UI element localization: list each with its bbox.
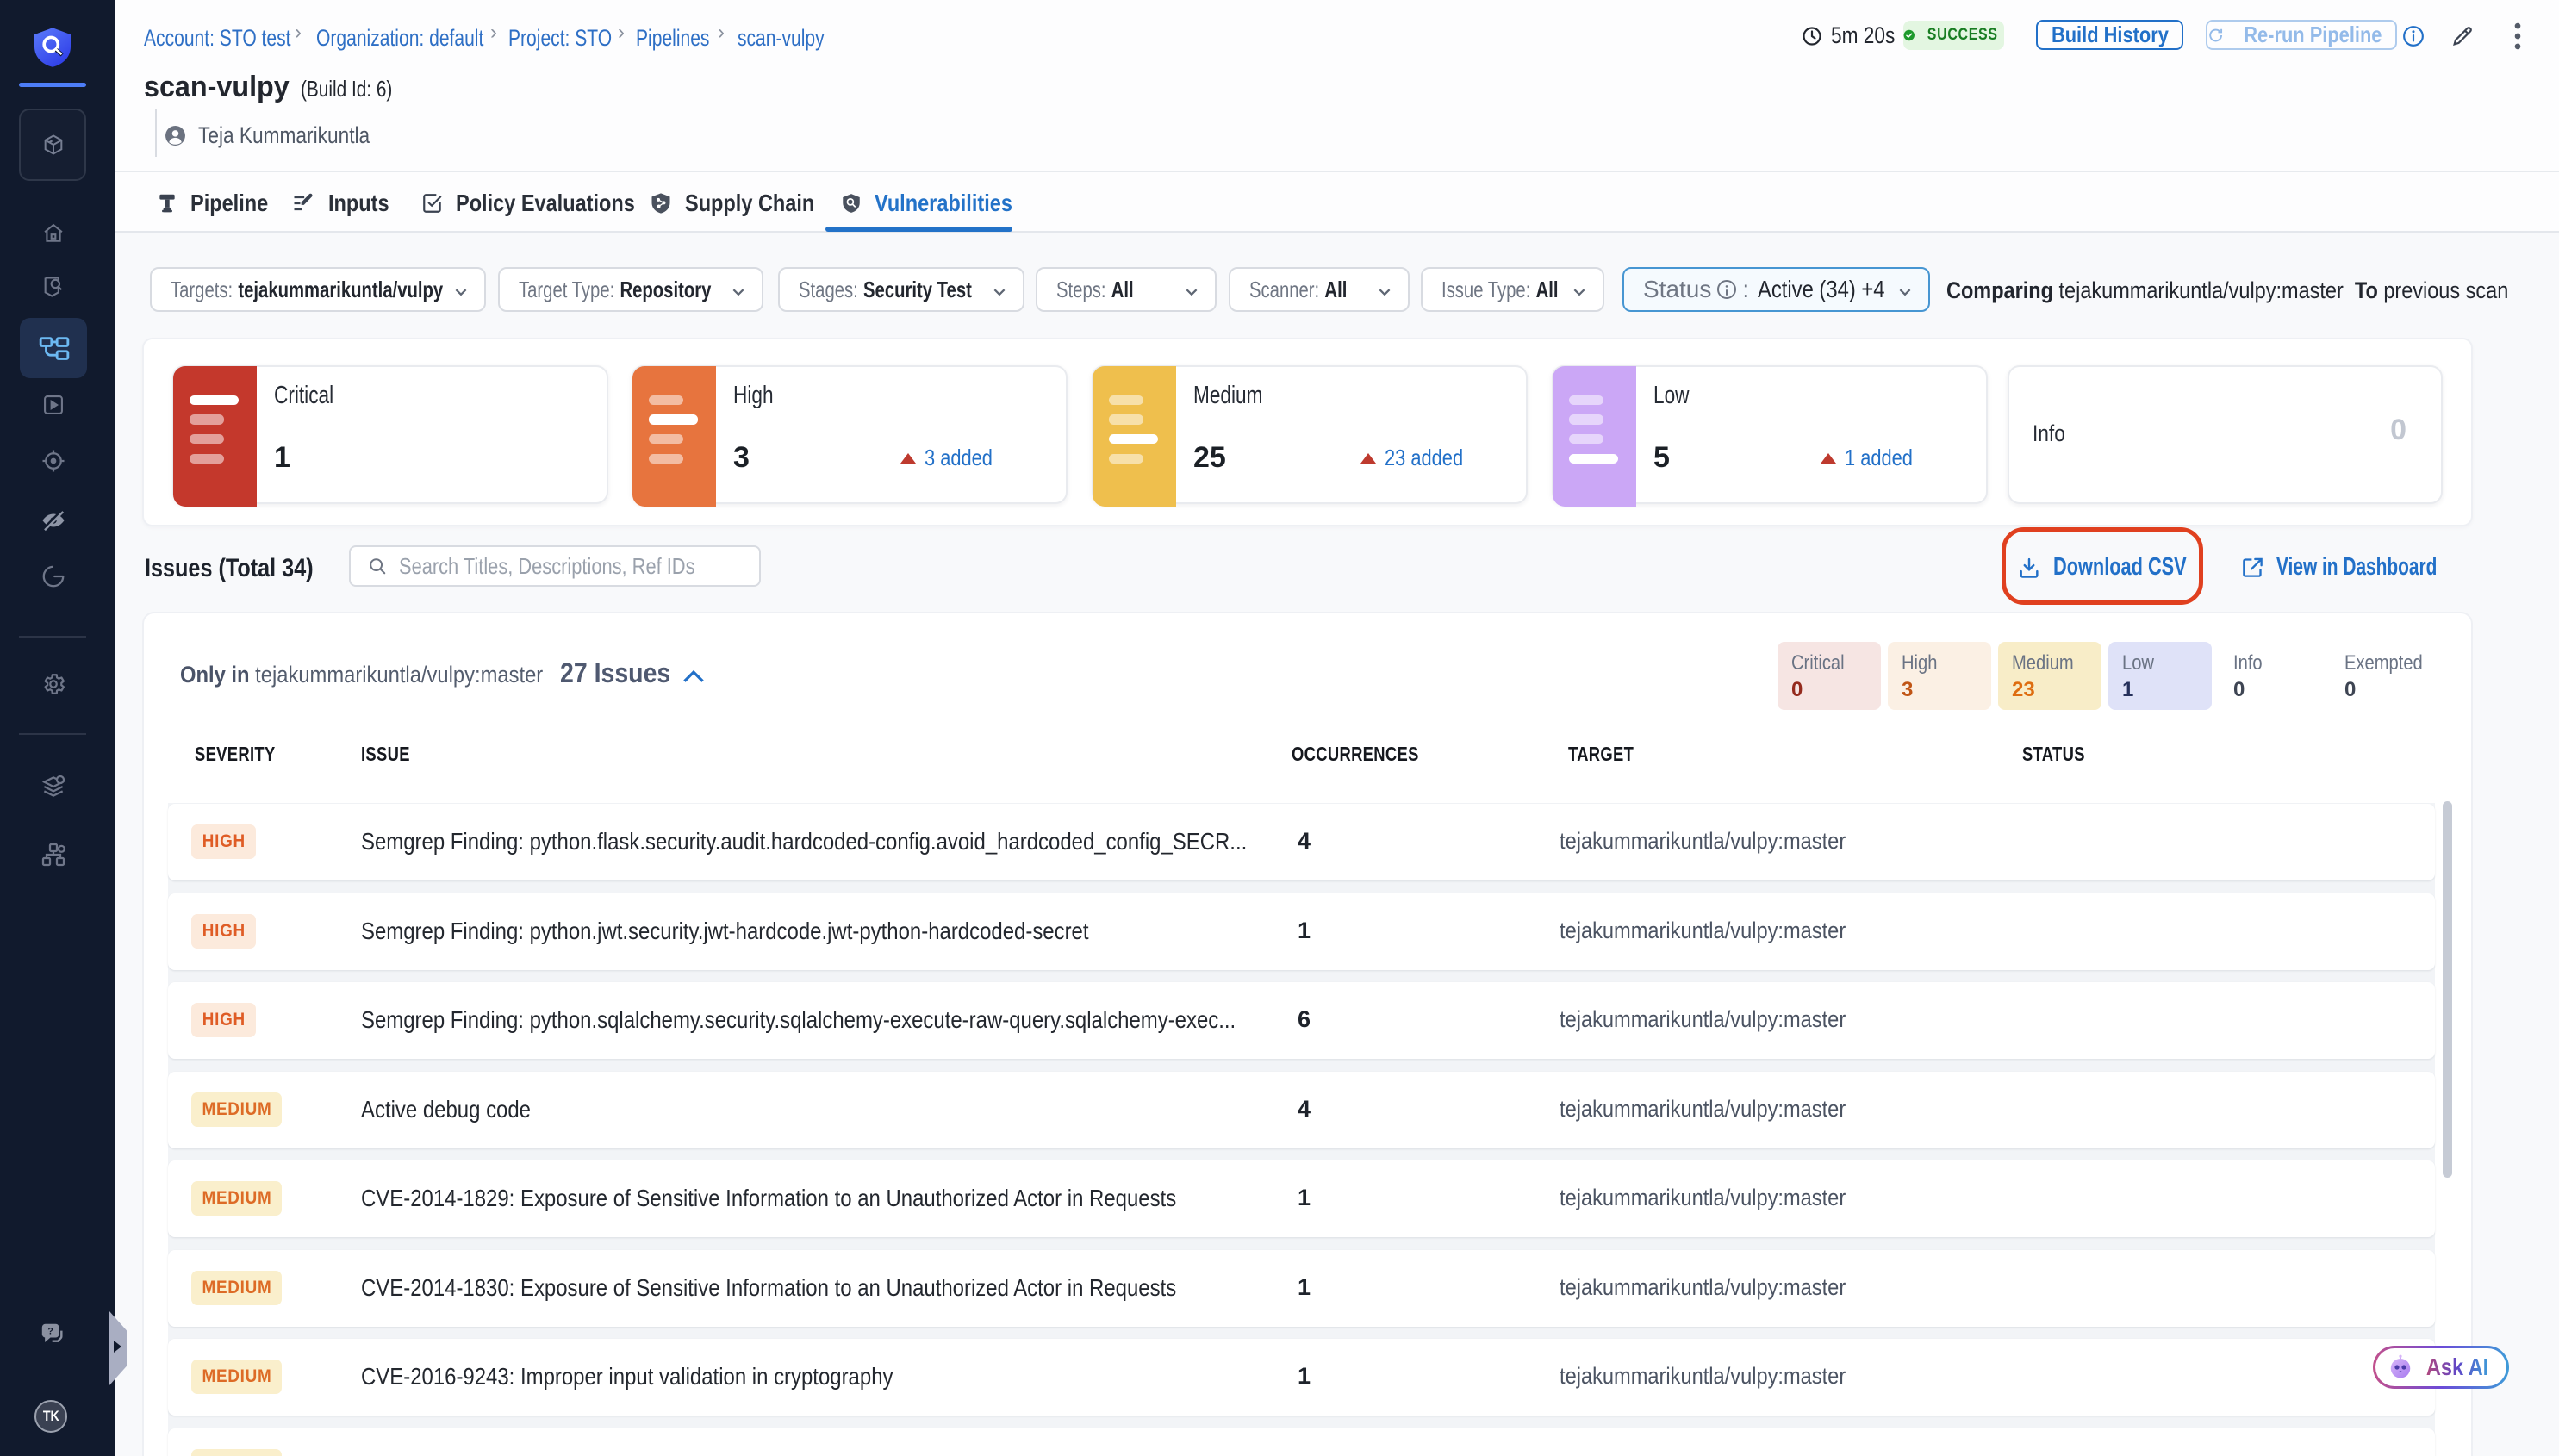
svg-text:?: ? [47,1327,53,1337]
